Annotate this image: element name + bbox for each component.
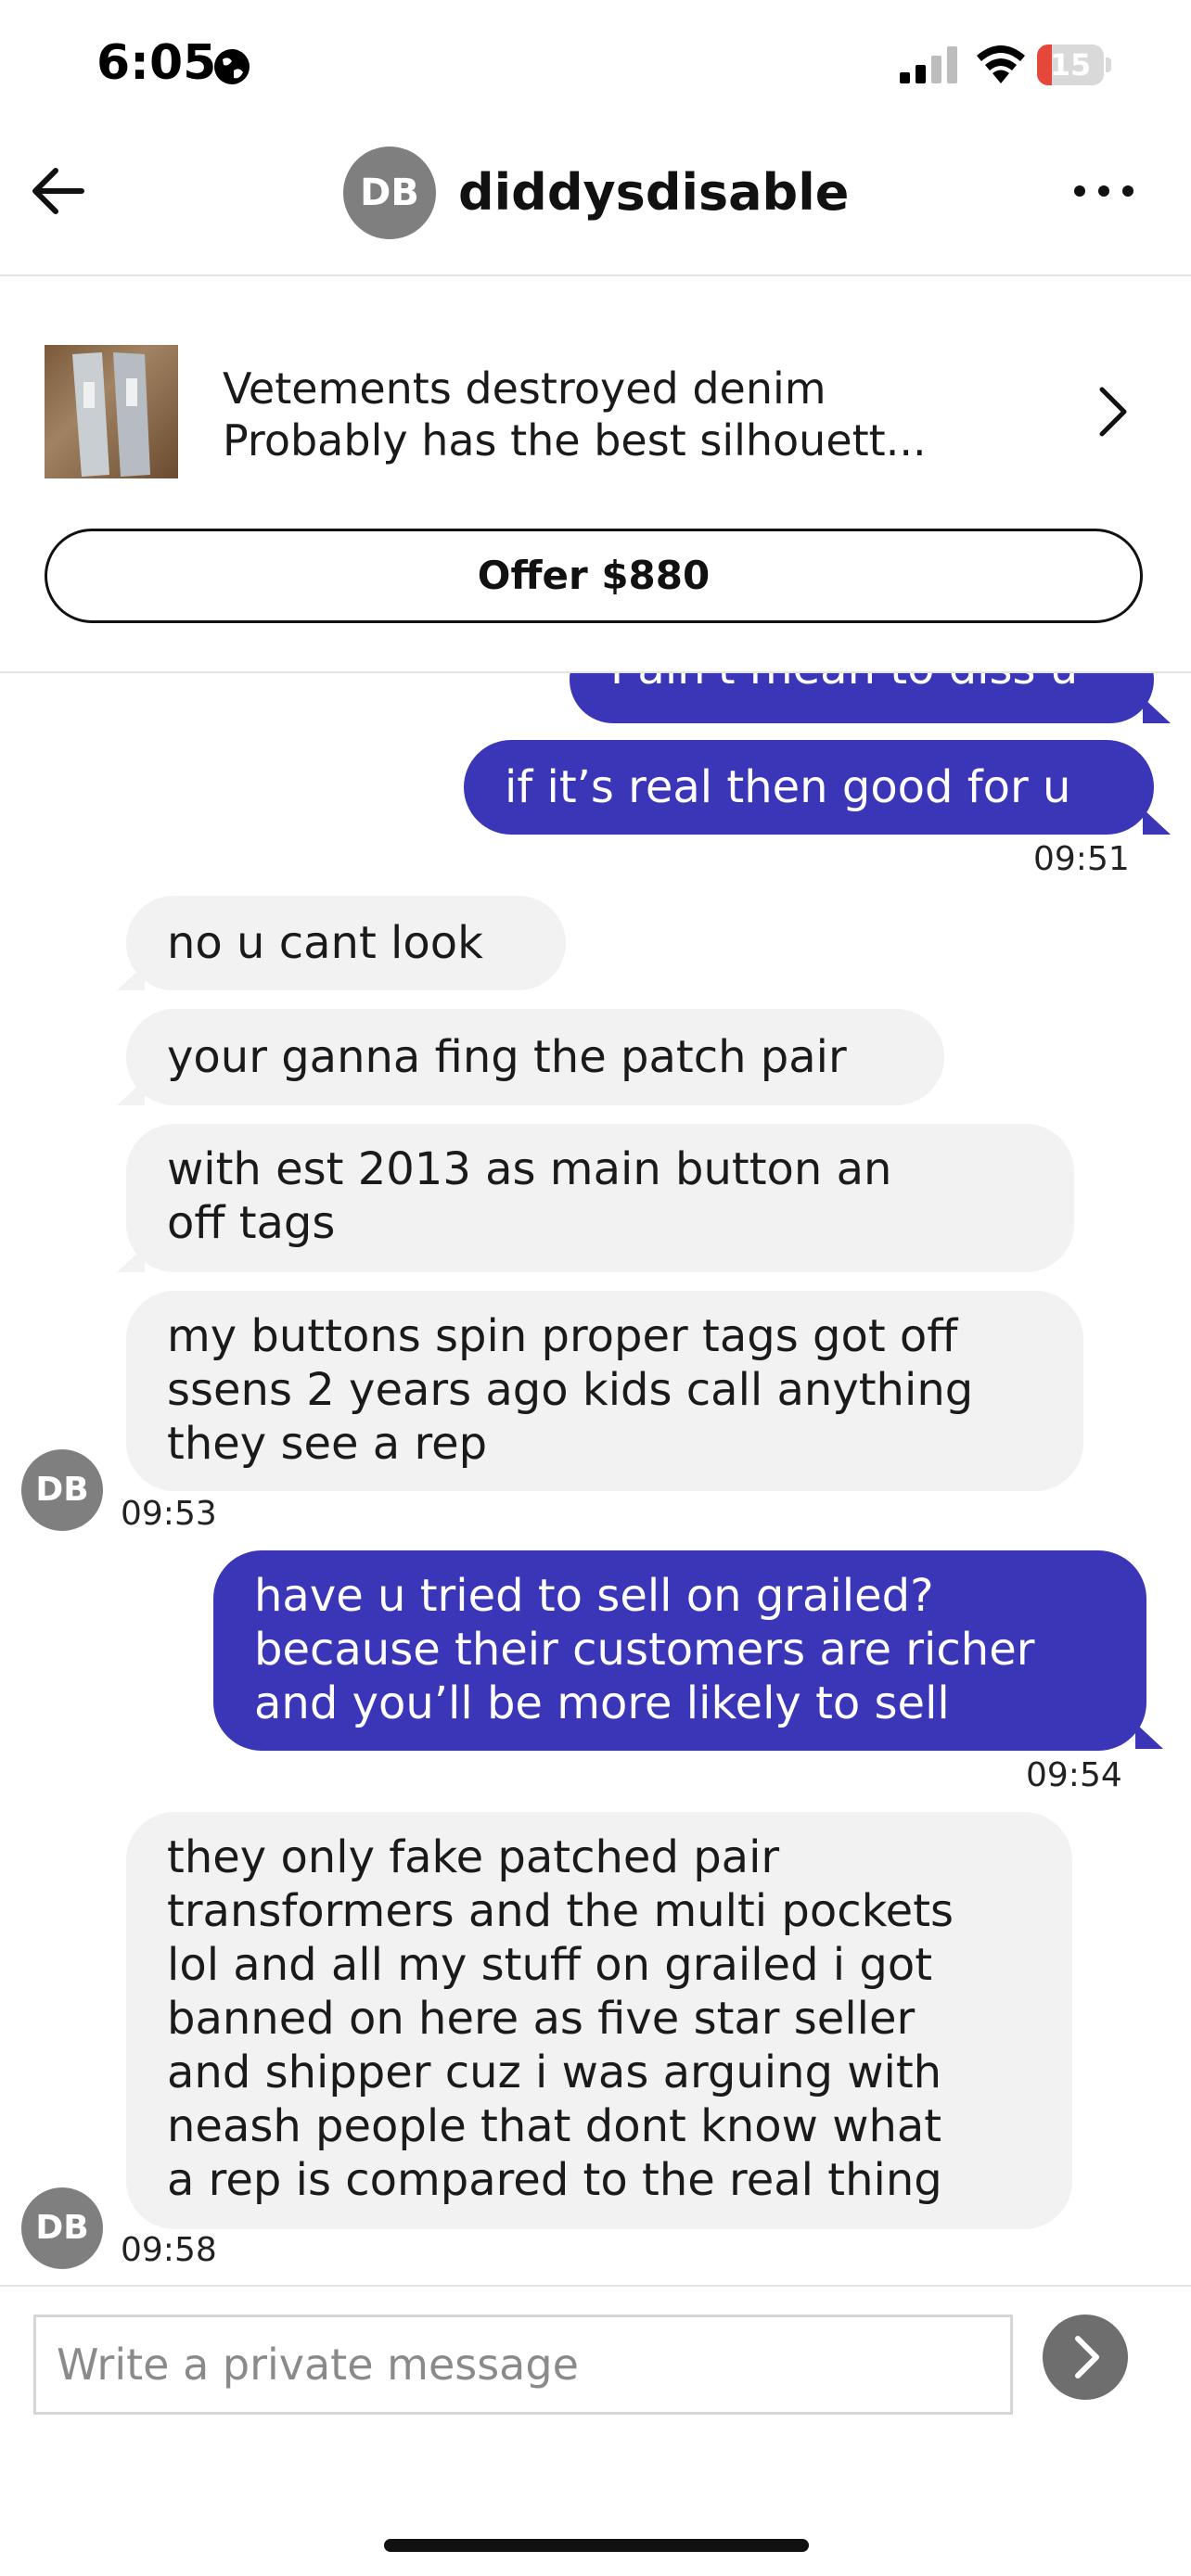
conversation-username[interactable]: diddysdisable (458, 163, 849, 222)
offer-button[interactable]: Offer $880 (45, 529, 1143, 623)
sent-message[interactable]: I ain't mean to diss u (570, 673, 1154, 723)
status-time: 6:05 (96, 35, 217, 91)
listing-title[interactable]: Vetements destroyed denim (223, 363, 826, 414)
header-divider (0, 274, 1191, 276)
bubble-tail (1135, 1723, 1163, 1749)
listing-thumbnail[interactable] (45, 345, 178, 478)
send-button[interactable] (1043, 2315, 1128, 2400)
bubble-tail (1143, 809, 1171, 835)
listing-subtitle[interactable]: Probably has the best silhouett... (223, 415, 927, 465)
message-timestamp: 09:54 (1026, 1756, 1122, 1794)
signal-icon (900, 46, 957, 83)
message-input[interactable] (33, 2315, 1013, 2415)
sent-message[interactable]: if it’s real then good for u (464, 740, 1154, 835)
bubble-tail (1143, 697, 1171, 723)
received-message[interactable]: no u cant look (126, 896, 566, 990)
message-timestamp: 09:51 (1033, 840, 1130, 878)
sender-avatar[interactable]: DB (19, 2185, 106, 2272)
arrow-left-icon[interactable] (24, 158, 91, 224)
battery-icon: 15 (1037, 45, 1111, 85)
composer-divider (0, 2285, 1191, 2287)
wifi-icon (977, 45, 1025, 83)
battery-level: 15 (1049, 47, 1092, 83)
home-indicator (384, 2539, 809, 2552)
message-thread[interactable]: I ain't mean to diss u if it’s real then… (0, 673, 1191, 2285)
more-horizontal-icon[interactable] (1067, 172, 1141, 210)
received-message[interactable]: they only fake patched pair transformers… (126, 1812, 1072, 2229)
bubble-tail (117, 1246, 145, 1272)
message-timestamp: 09:53 (121, 1495, 217, 1533)
globe-icon (214, 49, 250, 84)
received-message[interactable]: your ganna fing the patch pair (126, 1009, 944, 1105)
message-timestamp: 09:58 (121, 2231, 217, 2269)
bubble-tail (117, 964, 145, 990)
received-message[interactable]: with est 2013 as main button an off tags (126, 1124, 1074, 1272)
send-arrow-icon (1075, 2336, 1099, 2378)
sent-message[interactable]: have u tried to sell on grailed? because… (213, 1550, 1146, 1751)
header-avatar[interactable]: DB (343, 147, 436, 239)
received-message[interactable]: my buttons spin proper tags got off ssen… (126, 1291, 1083, 1491)
sender-avatar[interactable]: DB (19, 1447, 106, 1534)
chevron-right-icon[interactable] (1095, 384, 1132, 440)
bubble-tail (117, 1079, 145, 1105)
